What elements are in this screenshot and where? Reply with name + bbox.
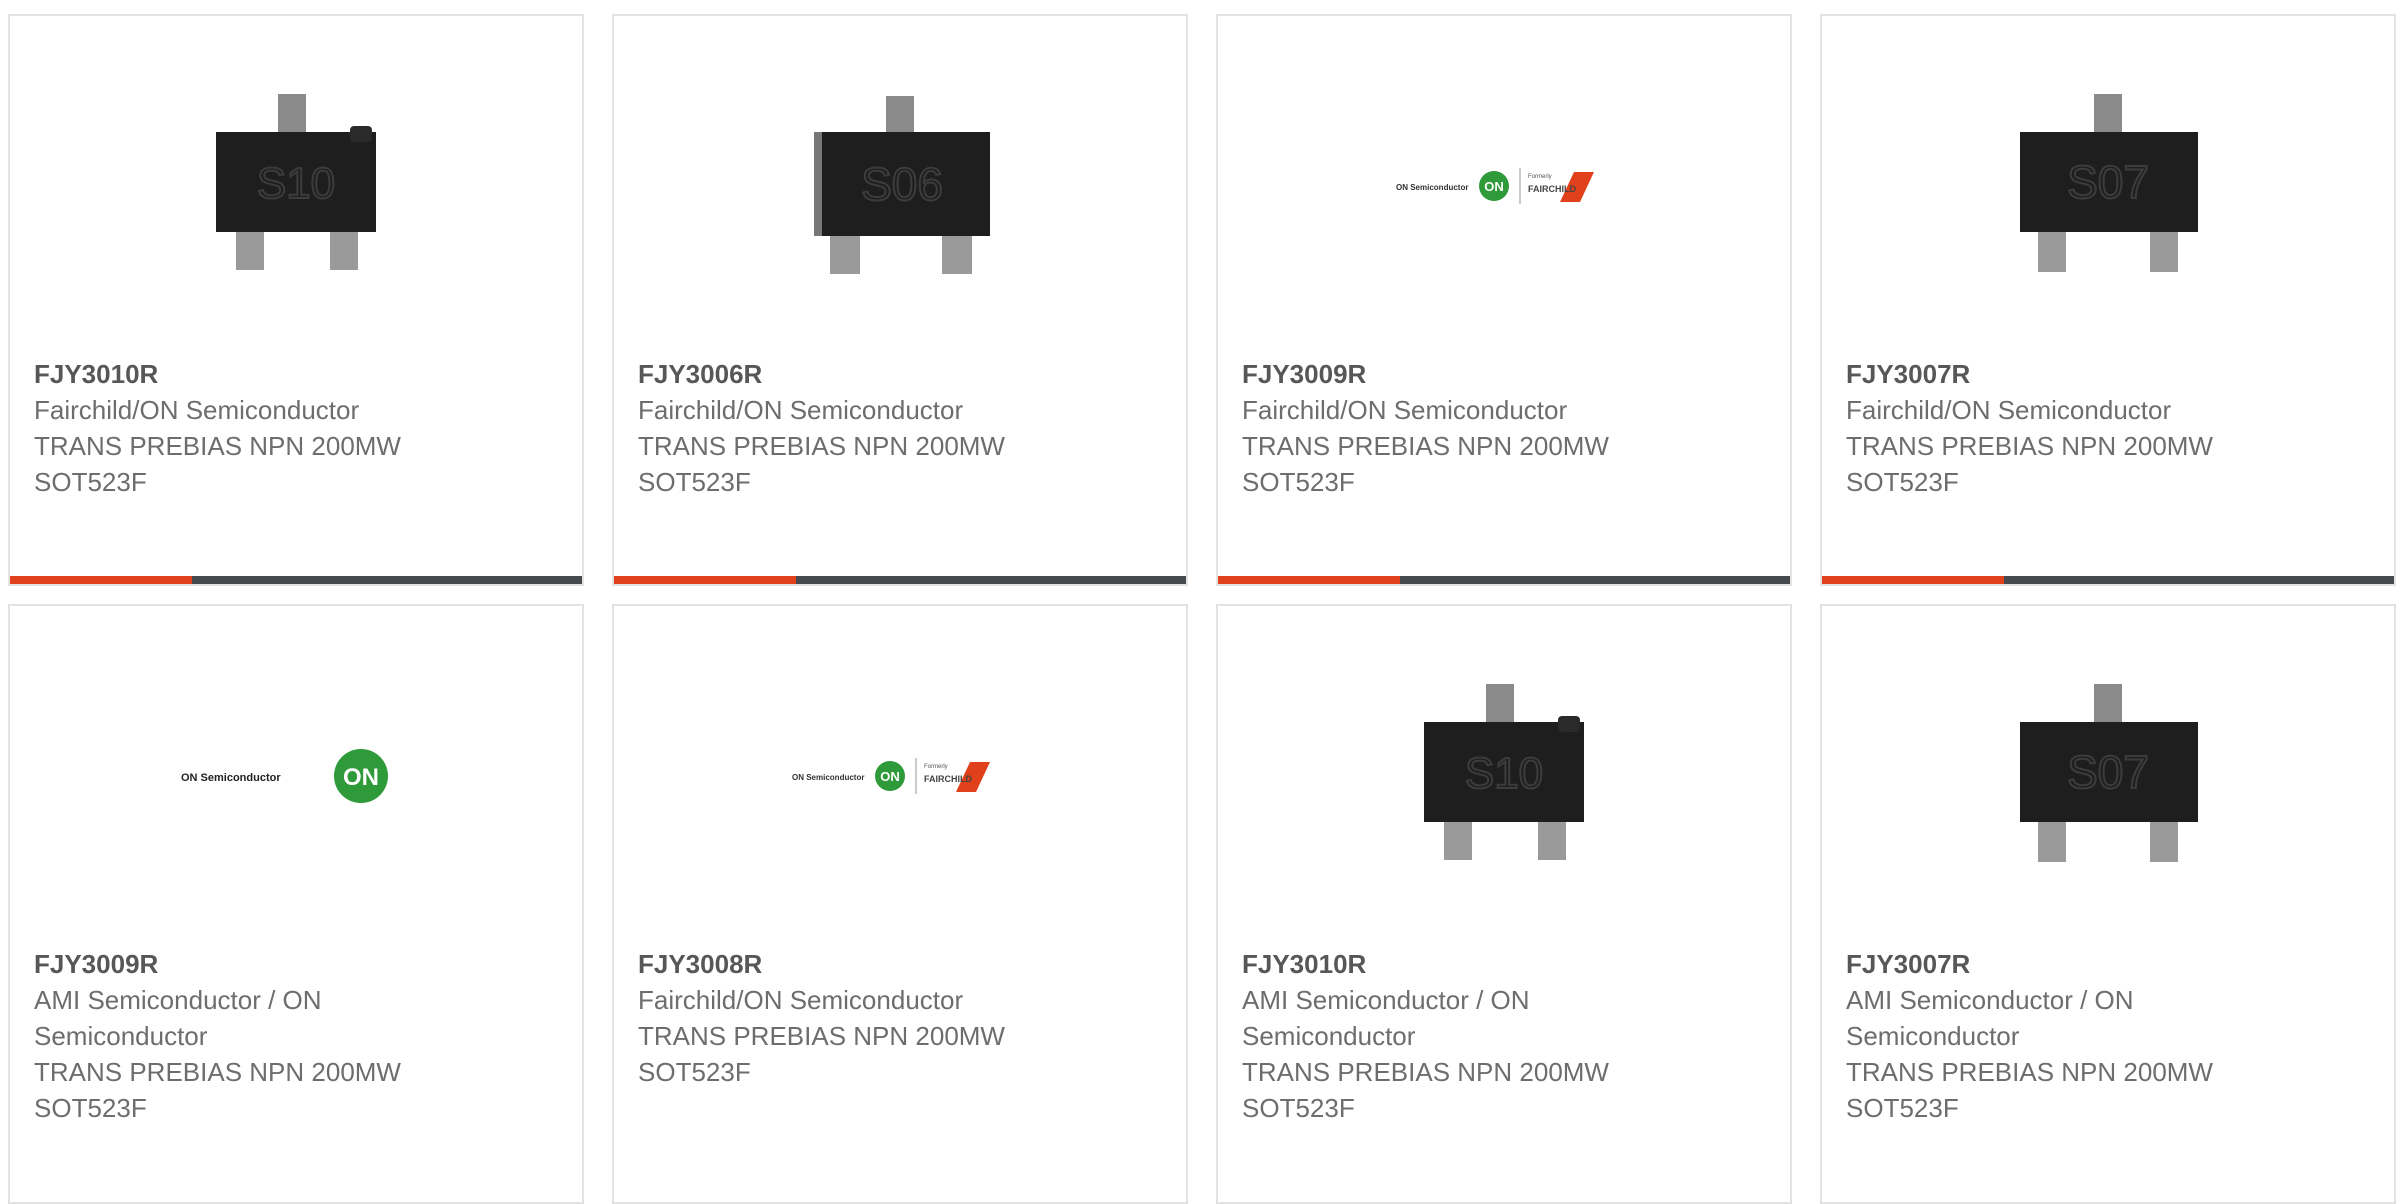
- manufacturer: Fairchild/ON Semiconductor: [1242, 395, 1568, 425]
- manufacturer: AMI Semiconductor / ON Semiconductor: [1846, 985, 2134, 1051]
- transistor-s06-icon: S06: [814, 96, 990, 274]
- product-image: ON Semiconductor ON: [10, 666, 582, 886]
- part-number: FJY3010R: [1242, 949, 1367, 979]
- card-footer-bar: [10, 576, 582, 584]
- package: SOT523F: [1242, 1093, 1355, 1123]
- logo-formerly: Formerly: [924, 764, 948, 770]
- on-fairchild-logo: ON Semiconductor ON Formerly FAIRCHILD: [792, 758, 990, 794]
- description: TRANS PREBIAS NPN 200MW: [1242, 1057, 1609, 1087]
- package-marking: S10: [1465, 749, 1543, 798]
- part-number: FJY3009R: [34, 949, 159, 979]
- package-marking: S06: [861, 158, 943, 210]
- part-number: FJY3008R: [638, 949, 763, 979]
- part-number: FJY3010R: [34, 359, 159, 389]
- description: TRANS PREBIAS NPN 200MW: [638, 431, 1005, 461]
- description: TRANS PREBIAS NPN 200MW: [34, 1057, 401, 1087]
- on-badge-label: ON: [343, 764, 379, 791]
- product-card[interactable]: S10 FJY3010R AMI Semiconductor / ON Semi…: [1216, 604, 1792, 1204]
- product-image: S06: [614, 76, 1186, 296]
- transistor-s07-icon: S07: [2020, 94, 2198, 272]
- card-accent: [1218, 576, 1400, 584]
- logo-wordmark: ON Semiconductor: [1396, 183, 1468, 192]
- product-card[interactable]: ON Semiconductor ON FJY3009R AMI Semicon…: [8, 604, 584, 1204]
- manufacturer: AMI Semiconductor / ON Semiconductor: [1242, 985, 1530, 1051]
- part-number: FJY3007R: [1846, 359, 1971, 389]
- card-accent: [10, 576, 192, 584]
- product-card[interactable]: ON Semiconductor ON Formerly FAIRCHILD F…: [1216, 14, 1792, 586]
- product-image: S07: [1822, 666, 2394, 886]
- manufacturer: Fairchild/ON Semiconductor: [34, 395, 360, 425]
- product-card[interactable]: S10 FJY3010R Fairchild/ON Semiconductor …: [8, 14, 584, 586]
- description: TRANS PREBIAS NPN 200MW: [1242, 431, 1609, 461]
- manufacturer: Fairchild/ON Semiconductor: [1846, 395, 2172, 425]
- package-marking: S07: [2067, 156, 2149, 208]
- package-marking: S07: [2067, 746, 2149, 798]
- package: SOT523F: [34, 467, 147, 497]
- package: SOT523F: [638, 467, 751, 497]
- logo-wordmark: ON Semiconductor: [181, 772, 281, 784]
- on-fairchild-logo: ON Semiconductor ON Formerly FAIRCHILD: [1396, 168, 1594, 204]
- part-number: FJY3006R: [638, 359, 763, 389]
- transistor-s10-icon: S10: [216, 94, 376, 270]
- product-image: S10: [10, 76, 582, 296]
- package: SOT523F: [638, 1057, 751, 1087]
- card-footer-bar: [1218, 576, 1790, 584]
- fairchild-wordmark: FAIRCHILD: [924, 774, 972, 784]
- card-footer-bar: [1822, 576, 2394, 584]
- on-badge-label: ON: [1484, 179, 1504, 194]
- package: SOT523F: [34, 1093, 147, 1123]
- on-badge-label: ON: [880, 769, 900, 784]
- product-card[interactable]: S07 FJY3007R Fairchild/ON Semiconductor …: [1820, 14, 2396, 586]
- part-number: FJY3007R: [1846, 949, 1971, 979]
- manufacturer: AMI Semiconductor / ON Semiconductor: [34, 985, 322, 1051]
- card-footer-bar: [614, 576, 1186, 584]
- description: TRANS PREBIAS NPN 200MW: [34, 431, 401, 461]
- product-card[interactable]: ON Semiconductor ON Formerly FAIRCHILD F…: [612, 604, 1188, 1204]
- package-marking: S10: [257, 159, 335, 208]
- product-image: S07: [1822, 76, 2394, 296]
- package: SOT523F: [1242, 467, 1355, 497]
- product-card[interactable]: S07 FJY3007R AMI Semiconductor / ON Semi…: [1820, 604, 2396, 1204]
- logo-formerly: Formerly: [1528, 174, 1552, 180]
- transistor-s10-icon: S10: [1424, 684, 1584, 860]
- transistor-s07-icon: S07: [2020, 684, 2198, 862]
- description: TRANS PREBIAS NPN 200MW: [1846, 1057, 2213, 1087]
- package: SOT523F: [1846, 1093, 1959, 1123]
- manufacturer: Fairchild/ON Semiconductor: [638, 985, 964, 1015]
- product-image: S10: [1218, 666, 1790, 886]
- product-image: ON Semiconductor ON Formerly FAIRCHILD: [1218, 76, 1790, 296]
- card-accent: [1822, 576, 2004, 584]
- manufacturer: Fairchild/ON Semiconductor: [638, 395, 964, 425]
- product-card[interactable]: S06 FJY3006R Fairchild/ON Semiconductor …: [612, 14, 1188, 586]
- logo-wordmark: ON Semiconductor: [792, 773, 864, 782]
- card-accent: [614, 576, 796, 584]
- description: TRANS PREBIAS NPN 200MW: [1846, 431, 2213, 461]
- part-number: FJY3009R: [1242, 359, 1367, 389]
- product-image: ON Semiconductor ON Formerly FAIRCHILD: [614, 666, 1186, 886]
- description: TRANS PREBIAS NPN 200MW: [638, 1021, 1005, 1051]
- product-grid: S10 FJY3010R Fairchild/ON Semiconductor …: [0, 0, 2400, 1204]
- fairchild-wordmark: FAIRCHILD: [1528, 184, 1576, 194]
- on-semiconductor-logo: ON Semiconductor ON: [181, 749, 388, 803]
- package: SOT523F: [1846, 467, 1959, 497]
